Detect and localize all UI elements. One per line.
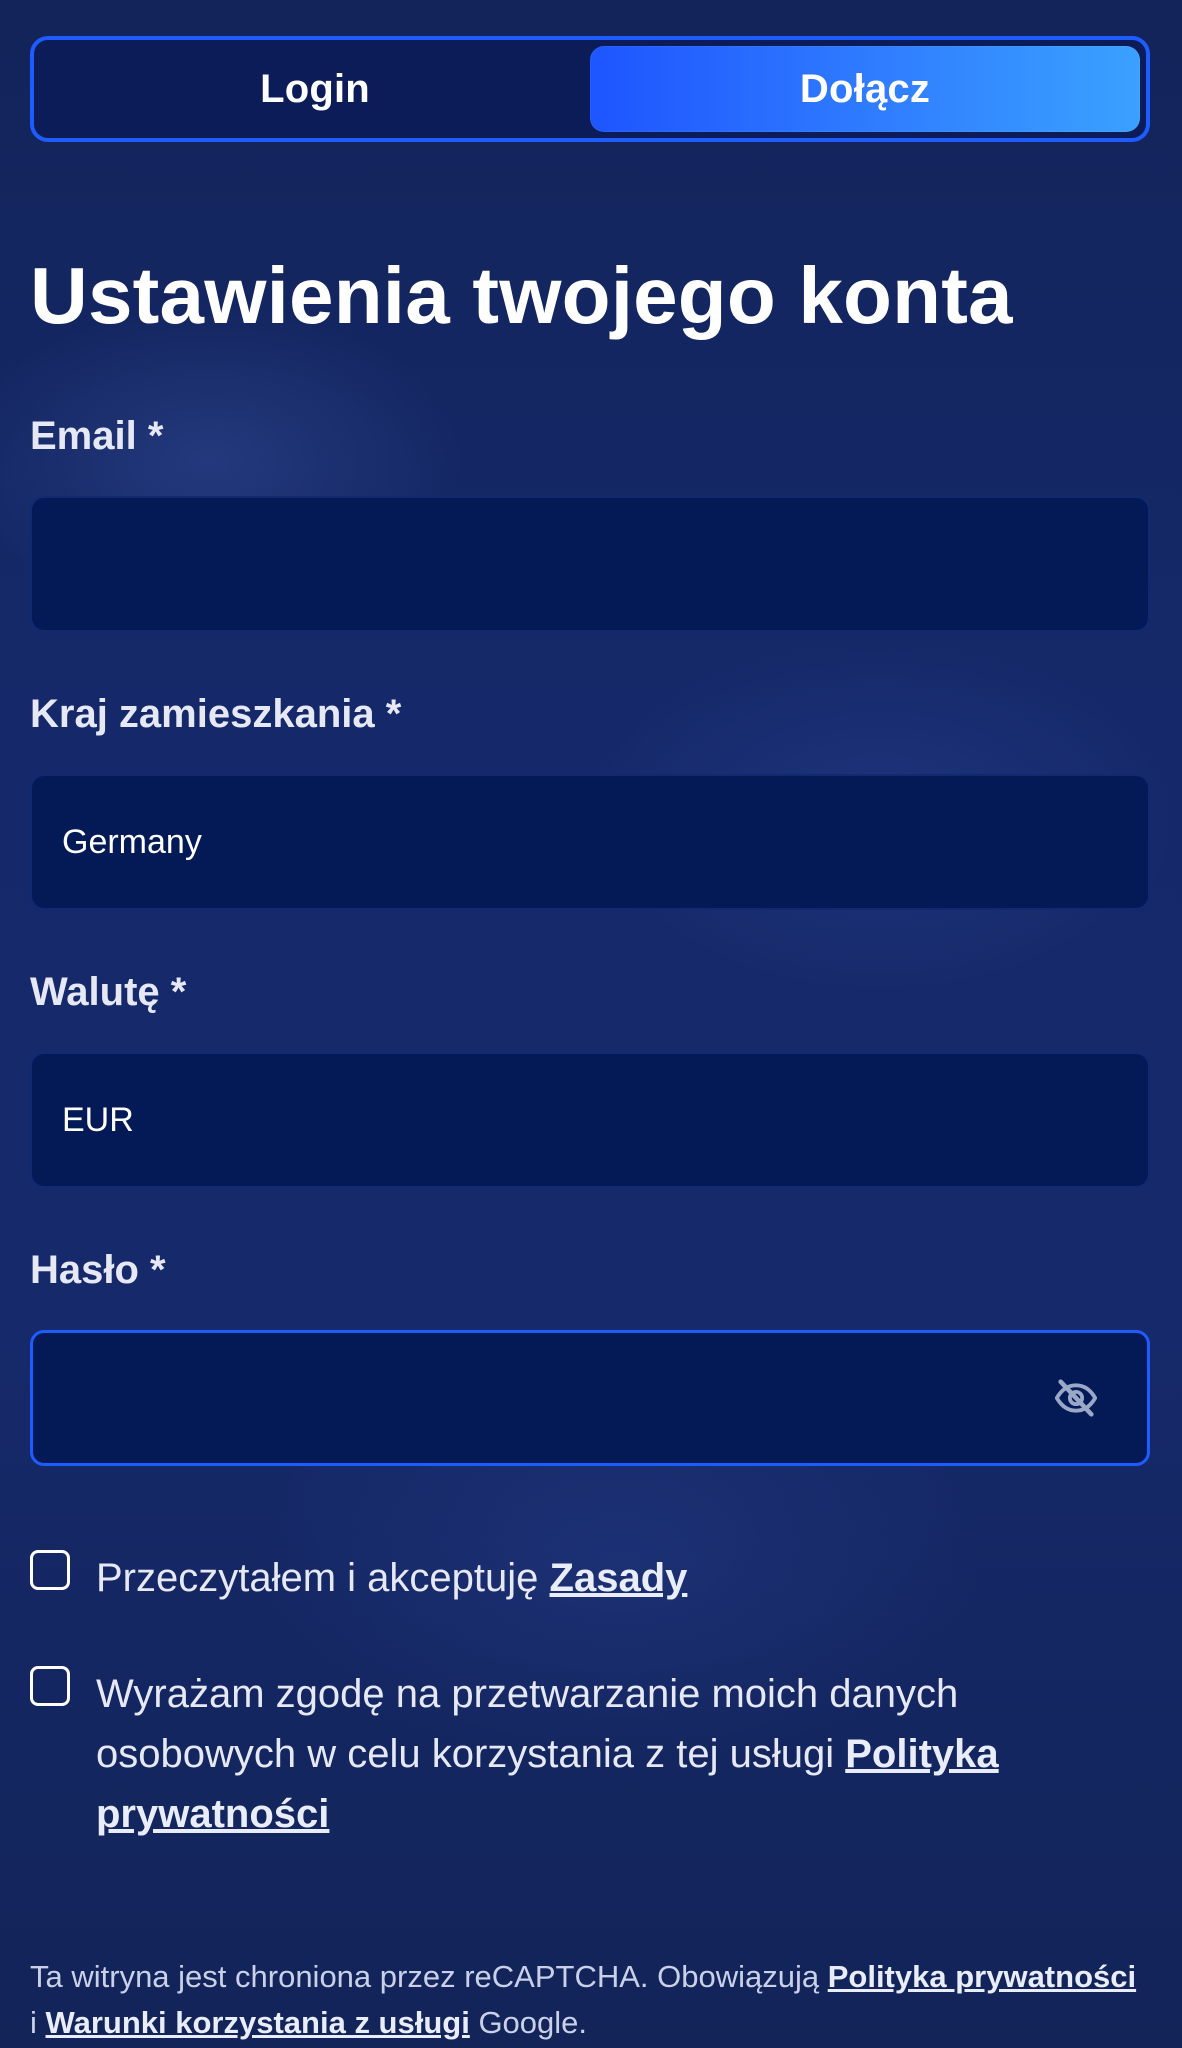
recaptcha-footer: Ta witryna jest chroniona przez reCAPTCH…	[30, 1954, 1150, 2046]
footer-terms-link[interactable]: Warunki korzystania z usługi	[46, 2005, 470, 2040]
auth-tabs: Login Dołącz	[30, 36, 1150, 142]
email-label: Email *	[30, 414, 164, 458]
terms-consent-row: Przeczytałem i akceptuję Zasady	[30, 1548, 1136, 1608]
terms-link[interactable]: Zasady	[550, 1556, 688, 1600]
password-label: Hasło *	[30, 1248, 166, 1292]
currency-value: EUR	[62, 1100, 134, 1139]
country-value: Germany	[62, 822, 202, 861]
footer-privacy-link[interactable]: Polityka prywatności	[828, 1959, 1136, 1994]
footer-text-3: Google.	[469, 2005, 588, 2040]
password-input[interactable]	[30, 1330, 1150, 1466]
email-input[interactable]	[30, 496, 1150, 632]
eye-off-icon[interactable]	[1053, 1375, 1099, 1421]
footer-text-2: i	[30, 2005, 46, 2040]
country-select[interactable]: Germany	[30, 774, 1150, 910]
privacy-consent-label: Wyrażam zgodę na przetwarzanie moich dan…	[96, 1672, 959, 1776]
country-label: Kraj zamieszkania *	[30, 692, 402, 736]
privacy-consent-text: Wyrażam zgodę na przetwarzanie moich dan…	[96, 1664, 1136, 1844]
terms-consent-label: Przeczytałem i akceptuję	[96, 1556, 550, 1600]
tab-join[interactable]: Dołącz	[590, 46, 1140, 132]
privacy-checkbox[interactable]	[30, 1666, 70, 1706]
tab-login[interactable]: Login	[40, 46, 590, 132]
footer-text-1: Ta witryna jest chroniona przez reCAPTCH…	[30, 1959, 828, 1994]
terms-consent-text: Przeczytałem i akceptuję Zasady	[96, 1548, 1136, 1608]
currency-select[interactable]: EUR	[30, 1052, 1150, 1188]
privacy-consent-row: Wyrażam zgodę na przetwarzanie moich dan…	[30, 1664, 1136, 1844]
terms-checkbox[interactable]	[30, 1550, 70, 1590]
currency-label: Walutę *	[30, 970, 187, 1014]
page-title: Ustawienia twojego konta	[30, 251, 1013, 340]
